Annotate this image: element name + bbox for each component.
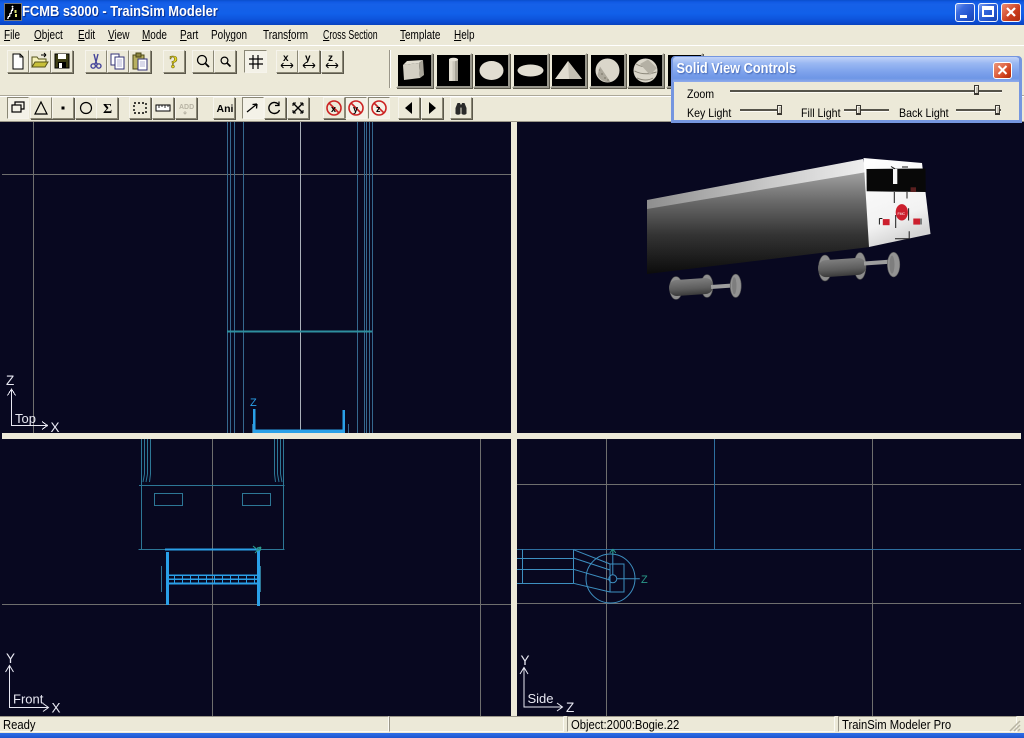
svg-text:y: y — [305, 53, 311, 64]
svg-text:Side: Side — [528, 691, 554, 706]
svg-text:Top: Top — [15, 411, 36, 426]
svg-text:Y: Y — [6, 651, 15, 666]
svg-text:Z: Z — [641, 574, 648, 586]
svg-text:Z: Z — [566, 700, 574, 715]
svg-text:x: x — [331, 104, 336, 114]
svg-text:Y: Y — [521, 653, 530, 668]
svg-text:X: X — [51, 420, 60, 433]
svg-text:z: z — [376, 104, 381, 114]
svg-text:Z: Z — [6, 373, 14, 388]
svg-text:Σ: Σ — [103, 102, 112, 117]
svg-text:z: z — [328, 53, 333, 64]
svg-text:X: X — [52, 701, 61, 716]
svg-text:x: x — [283, 53, 289, 64]
svg-text:Front: Front — [13, 692, 44, 707]
svg-text:FMC: FMC — [898, 212, 906, 216]
svg-text:?: ? — [169, 52, 178, 72]
svg-text:Ani: Ani — [217, 103, 234, 115]
svg-text:Z: Z — [250, 397, 257, 409]
svg-text:ADD: ADD — [179, 104, 194, 111]
svg-text:y: y — [353, 104, 358, 114]
